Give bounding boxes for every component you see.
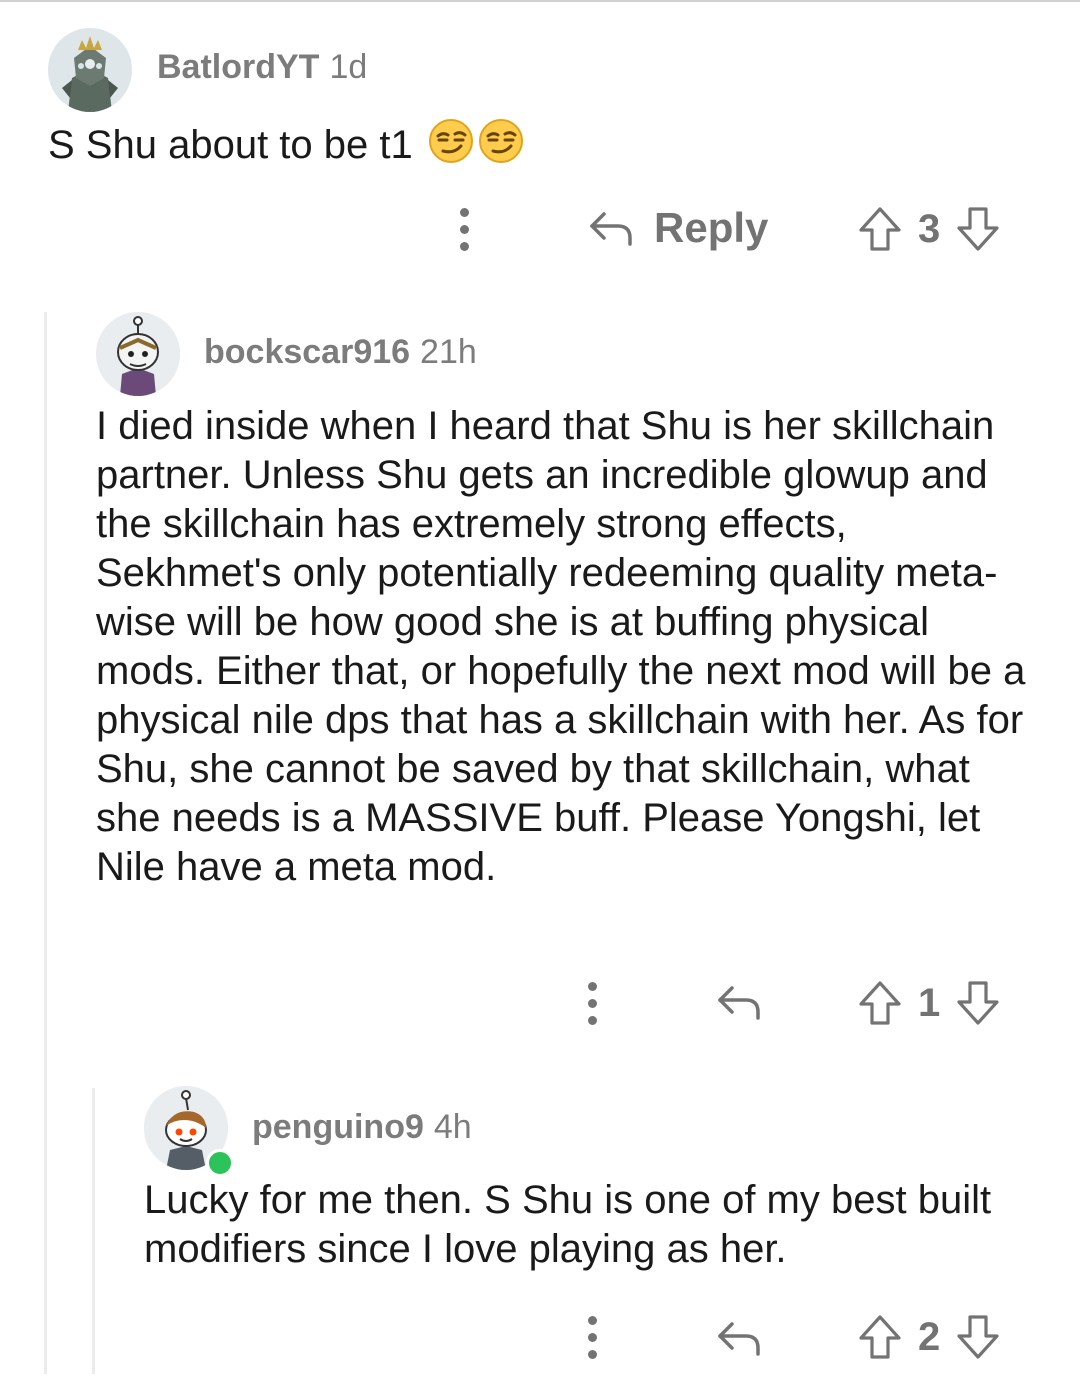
upvote-arrow-icon[interactable] (858, 206, 902, 252)
downvote-arrow-icon[interactable] (956, 206, 1000, 252)
reply-button[interactable] (716, 1318, 762, 1358)
thread-line-level-1[interactable] (44, 312, 47, 1374)
comment-body: I died inside when I heard that Shu is h… (96, 404, 1026, 889)
vote-score: 2 (918, 1314, 941, 1359)
reply-label: Reply (654, 204, 769, 251)
downvote-arrow-icon[interactable] (956, 1314, 1000, 1360)
comment-meta: BatlordYT 1d (157, 48, 367, 87)
vote-score: 1 (918, 980, 941, 1025)
vote-score: 3 (918, 206, 941, 251)
vote-controls: 1 (858, 980, 1000, 1026)
timestamp: 1d (329, 48, 368, 86)
avatar-bockscar916[interactable] (96, 312, 180, 396)
avatar-batlordyt[interactable] (48, 28, 132, 112)
reply-arrow-icon (718, 1322, 760, 1356)
more-vertical-icon[interactable] (588, 1316, 598, 1360)
timestamp: 21h (420, 333, 477, 371)
reply-arrow-icon (590, 212, 632, 246)
comment-body: S Shu about to be t1 (48, 118, 526, 176)
smirking-face-emoji-icon (428, 118, 526, 176)
upvote-arrow-icon[interactable] (858, 1314, 902, 1360)
timestamp: 4h (433, 1108, 472, 1146)
online-status-indicator (206, 1149, 234, 1177)
comment-meta: penguino9 4h (252, 1108, 472, 1147)
reply-button[interactable] (716, 982, 762, 1022)
comment-meta: bockscar916 21h (204, 333, 477, 372)
downvote-arrow-icon[interactable] (956, 980, 1000, 1026)
comment-text: S Shu about to be t1 (48, 123, 413, 167)
comment-body: Lucky for me then. S Shu is one of my be… (144, 1178, 992, 1271)
reply-arrow-icon (718, 986, 760, 1020)
username[interactable]: bockscar916 (204, 333, 410, 371)
top-divider (0, 0, 1080, 2)
username[interactable]: BatlordYT (157, 48, 319, 86)
reply-button[interactable]: Reply (588, 204, 768, 252)
more-vertical-icon[interactable] (588, 982, 598, 1026)
thread-line-level-2[interactable] (92, 1088, 95, 1374)
upvote-arrow-icon[interactable] (858, 980, 902, 1026)
vote-controls: 3 (858, 206, 1000, 252)
username[interactable]: penguino9 (252, 1108, 424, 1146)
more-vertical-icon[interactable] (460, 208, 470, 252)
vote-controls: 2 (858, 1314, 1000, 1360)
